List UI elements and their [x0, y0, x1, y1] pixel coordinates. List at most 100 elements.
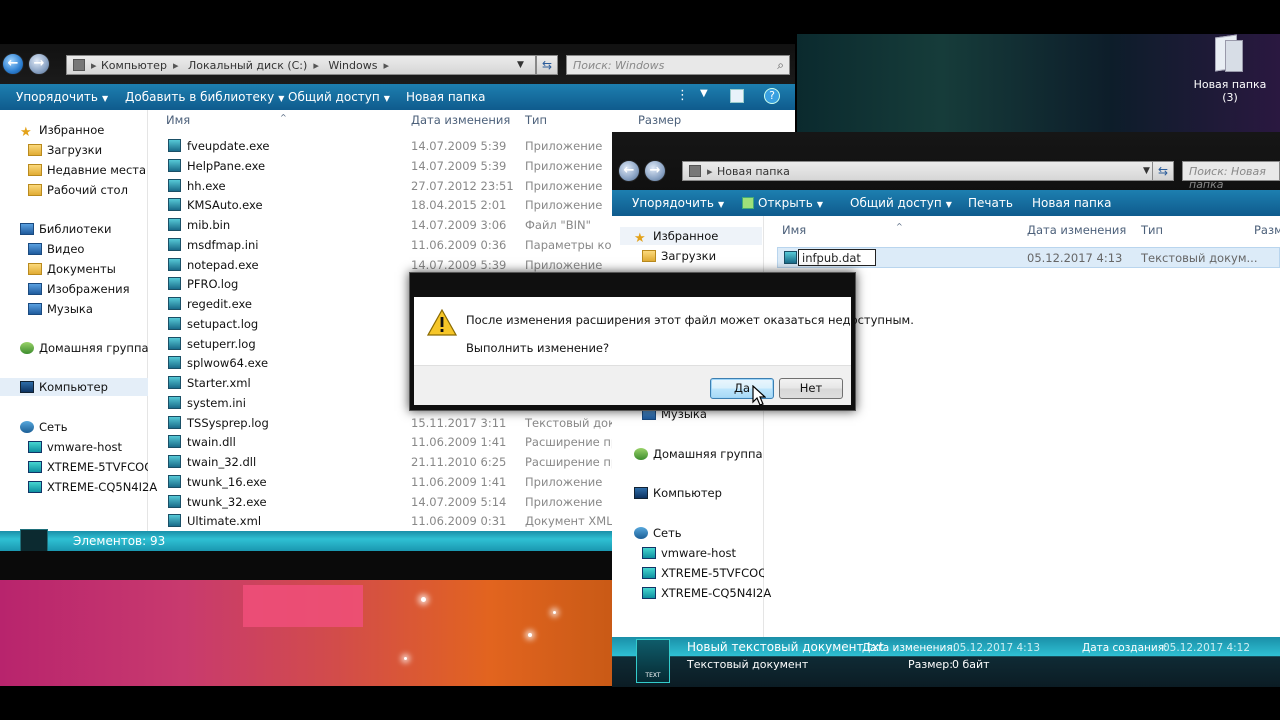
file-row[interactable]: twunk_32.exe 14.07.2009 5:14 Приложение	[168, 492, 613, 512]
breadcrumb-new-folder[interactable]: Новая папка	[717, 165, 790, 178]
file-row[interactable]: Ultimate.xml 11.06.2009 0:31 Документ XML	[168, 511, 613, 531]
file-name: KMSAuto.exe	[168, 195, 263, 215]
search-input[interactable]: Поиск: Windows ⌕	[566, 55, 790, 75]
address-input[interactable]: ▸ Новая папка ▼	[682, 161, 1162, 181]
file-type: Расширение при	[525, 435, 613, 450]
back-button[interactable]: ←	[618, 160, 640, 182]
file-row[interactable]: msdfmap.ini 11.06.2009 0:36 Параметры конф	[168, 235, 613, 255]
nav-downloads[interactable]: Загрузки	[642, 247, 716, 265]
breadcrumb-windows[interactable]: Windows	[328, 59, 377, 72]
file-row[interactable]: fveupdate.exe 14.07.2009 5:39 Приложение	[168, 136, 613, 156]
organize-button[interactable]: Упорядочить ▼	[16, 90, 108, 104]
column-type[interactable]: Тип	[525, 110, 547, 130]
file-icon	[168, 198, 181, 212]
nav-favorites[interactable]: ★ Избранное	[620, 227, 762, 245]
preview-pane-icon[interactable]	[730, 89, 744, 103]
file-date: 14.07.2009 5:39	[411, 139, 507, 153]
file-row[interactable]: TSSysprep.log 15.11.2017 3:11 Текстовый до…	[168, 413, 613, 433]
rename-input[interactable]: infpub.dat	[798, 249, 876, 266]
add-to-library-button[interactable]: Добавить в библиотеку ▼	[125, 90, 284, 104]
file-row[interactable]: twain.dll 11.06.2009 1:41 Расширение при	[168, 432, 613, 452]
music-icon	[28, 303, 42, 315]
nav-favorites[interactable]: ★ Избранное	[20, 121, 104, 139]
file-name: mib.bin	[168, 215, 230, 235]
file-type: Приложение	[525, 474, 603, 489]
details-created: 05.12.2017 4:12	[1163, 642, 1251, 654]
status-bar-lower	[0, 551, 612, 580]
back-button[interactable]: ←	[2, 53, 24, 75]
desktop-folder-icon[interactable]: Новая папка (3)	[1192, 34, 1268, 104]
nav-xtreme-1[interactable]: XTREME-5TVFCOQC	[28, 458, 148, 476]
nav-pictures[interactable]: Изображения	[28, 280, 130, 298]
open-button[interactable]: Открыть ▼	[742, 196, 823, 210]
nav-recent-places[interactable]: Недавние места	[28, 161, 146, 179]
file-name: splwow64.exe	[168, 353, 268, 373]
nav-music[interactable]: Музыка	[28, 300, 93, 318]
help-icon[interactable]: ?	[764, 88, 780, 104]
new-folder-button[interactable]: Новая папка	[1032, 196, 1111, 210]
share-button[interactable]: Общий доступ ▼	[850, 196, 952, 210]
search-input[interactable]: Поиск: Новая папка	[1182, 161, 1280, 191]
new-folder-button[interactable]: Новая папка	[406, 90, 485, 104]
nav-computer[interactable]: Компьютер	[634, 484, 722, 502]
sparkle	[404, 657, 407, 660]
network-icon	[20, 421, 34, 433]
file-row[interactable]: twunk_16.exe 11.06.2009 1:41 Приложение	[168, 472, 613, 492]
nav-xtreme-2[interactable]: XTREME-CQ5N4I2A	[28, 478, 157, 496]
column-name[interactable]: Имя	[782, 220, 806, 240]
file-name: notepad.exe	[168, 255, 259, 275]
column-size[interactable]: Разм	[1254, 220, 1280, 240]
address-input[interactable]: ▸ Компьютер ▸ Локальный диск (C:) ▸ Window…	[66, 55, 536, 75]
nav-xtreme-2[interactable]: XTREME-CQ5N4I2A	[642, 584, 771, 602]
nav-network[interactable]: Сеть	[634, 524, 682, 542]
file-icon	[168, 257, 181, 271]
nav-documents[interactable]: Документы	[28, 260, 116, 278]
nav-computer[interactable]: Компьютер	[0, 378, 148, 396]
nav-xtreme-1[interactable]: XTREME-5TVFCOQC	[642, 564, 764, 582]
refresh-button[interactable]: ⇆	[536, 55, 558, 75]
chevron-down-icon[interactable]: ▼	[517, 60, 529, 72]
view-options-icon[interactable]: ⋮	[676, 88, 689, 103]
share-button[interactable]: Общий доступ ▼	[288, 90, 390, 104]
file-row[interactable]: twain_32.dll 21.11.2010 6:25 Расширение пр…	[168, 452, 613, 472]
breadcrumb-drive[interactable]: Локальный диск (C:)	[188, 59, 307, 72]
nav-downloads[interactable]: Загрузки	[28, 141, 102, 159]
chevron-down-icon: ▼	[383, 94, 390, 103]
organize-button[interactable]: Упорядочить ▼	[632, 196, 724, 210]
file-icon	[168, 158, 181, 172]
column-name[interactable]: Имя	[166, 110, 190, 130]
file-row[interactable]: KMSAuto.exe 18.04.2015 2:01 Приложение	[168, 195, 613, 215]
nav-homegroup[interactable]: Домашняя группа	[20, 339, 149, 357]
nav-libraries[interactable]: Библиотеки	[20, 220, 112, 238]
column-date[interactable]: Дата изменения	[1027, 220, 1126, 240]
no-button[interactable]: Нет	[779, 378, 843, 399]
chevron-down-icon[interactable]: ▼	[700, 88, 708, 99]
computer-icon	[20, 381, 34, 393]
nav-vmware-host[interactable]: vmware-host	[642, 544, 736, 562]
forward-button[interactable]: →	[644, 160, 666, 182]
nav-network[interactable]: Сеть	[20, 418, 68, 436]
column-type[interactable]: Тип	[1141, 220, 1163, 240]
column-size[interactable]: Размер	[638, 110, 681, 130]
column-date[interactable]: Дата изменения	[411, 110, 510, 130]
file-icon	[168, 415, 181, 429]
file-row[interactable]: hh.exe 27.07.2012 23:51 Приложение	[168, 176, 613, 196]
file-row[interactable]: mib.bin 14.07.2009 3:06 Файл "BIN"	[168, 215, 613, 235]
refresh-button[interactable]: ⇆	[1152, 161, 1174, 181]
nav-video[interactable]: Видео	[28, 240, 84, 258]
file-icon	[168, 514, 181, 528]
folder-icon	[28, 144, 42, 156]
file-row-selected[interactable]: infpub.dat 05.12.2017 4:13 Текстовый док…	[777, 247, 1280, 268]
nav-homegroup[interactable]: Домашняя группа	[634, 445, 763, 463]
dialog-question: Выполнить изменение?	[466, 341, 610, 355]
print-button[interactable]: Печать	[968, 196, 1013, 210]
forward-button[interactable]: →	[28, 53, 50, 75]
file-icon	[784, 251, 797, 264]
nav-desktop[interactable]: Рабочий стол	[28, 181, 128, 199]
file-type: Приложение	[525, 178, 603, 193]
file-name: system.ini	[168, 393, 246, 413]
homegroup-icon	[20, 342, 34, 354]
nav-vmware-host[interactable]: vmware-host	[28, 438, 122, 456]
breadcrumb-computer[interactable]: Компьютер	[101, 59, 167, 72]
file-row[interactable]: HelpPane.exe 14.07.2009 5:39 Приложение	[168, 156, 613, 176]
